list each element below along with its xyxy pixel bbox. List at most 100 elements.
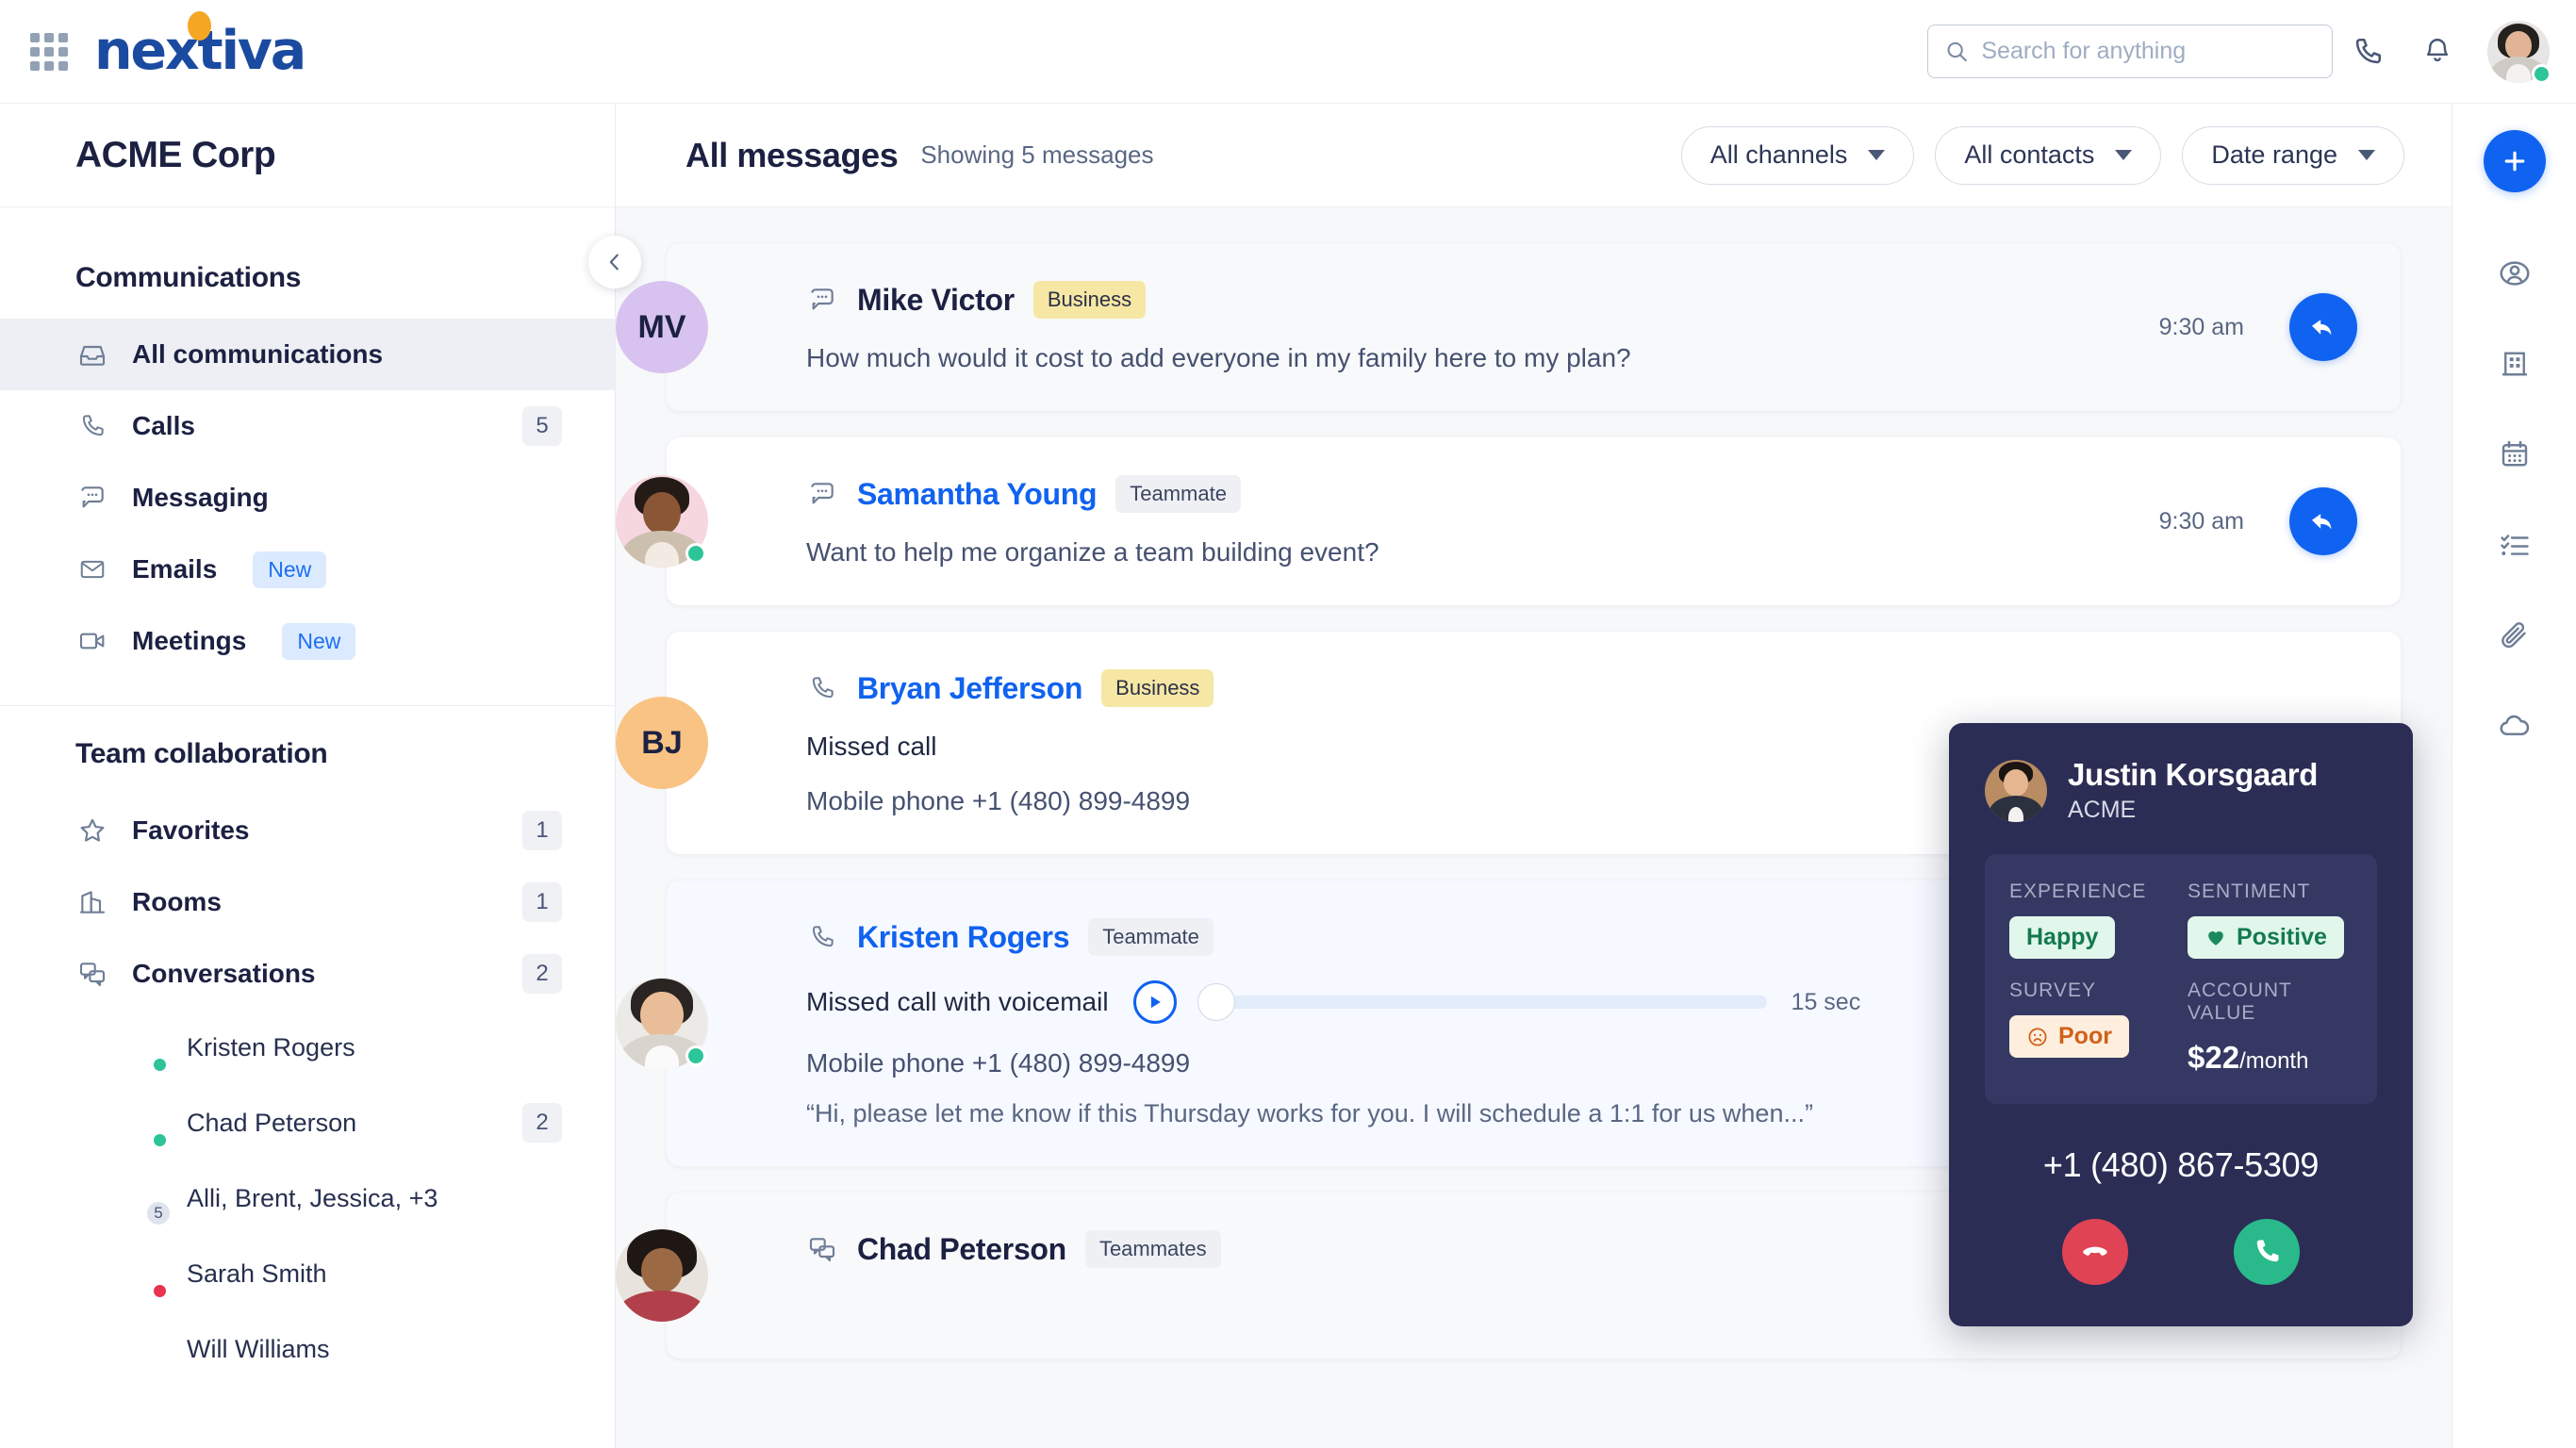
- message-actions: 9:30 am: [2159, 487, 2357, 555]
- experience-chip: Happy: [2009, 916, 2116, 959]
- paperclip-icon[interactable]: [2471, 590, 2558, 681]
- calendar-icon[interactable]: [2471, 409, 2558, 500]
- star-icon: [75, 814, 109, 847]
- avatar: [616, 475, 708, 568]
- inbox-icon: [75, 337, 109, 371]
- section-title-communications: Communications: [75, 262, 302, 293]
- filter-all-contacts[interactable]: All contacts: [1935, 125, 2162, 185]
- sender-name[interactable]: Bryan Jefferson: [857, 671, 1082, 706]
- sidebar-item-label: Emails: [132, 554, 218, 584]
- conversation-item-group[interactable]: 5 Alli, Brent, Jessica, +3: [0, 1160, 615, 1236]
- phone-icon: [75, 409, 109, 443]
- accept-call-button[interactable]: [2234, 1219, 2300, 1285]
- sidebar-item-messaging[interactable]: Messaging: [0, 462, 615, 534]
- contact-popup-card[interactable]: Justin Korsgaard ACME EXPERIENCE Happy S…: [1949, 723, 2413, 1326]
- play-button[interactable]: [1132, 980, 1177, 1024]
- sender-name[interactable]: Chad Peterson: [857, 1232, 1066, 1267]
- section-title-team-collaboration: Team collaboration: [75, 738, 328, 769]
- conversation-item-chad-peterson[interactable]: Chad Peterson 2: [0, 1085, 615, 1160]
- conversation-item-sarah-smith[interactable]: Sarah Smith: [0, 1236, 615, 1311]
- sender-name[interactable]: Samantha Young: [857, 477, 1098, 512]
- message-body: Want to help me organize a team building…: [806, 537, 1379, 567]
- user-avatar[interactable]: [2487, 20, 2551, 84]
- page-title: All messages: [685, 135, 899, 174]
- sidebar-new-badge-emails: New: [253, 551, 327, 588]
- status-badge: Teammate: [1115, 475, 1241, 513]
- voicemail-progress-track[interactable]: [1197, 983, 1767, 1021]
- sidebar-item-label: Conversations: [132, 959, 316, 988]
- filter-all-channels[interactable]: All channels: [1680, 125, 1915, 185]
- chip-label: Poor: [2058, 1023, 2112, 1049]
- add-button[interactable]: [2483, 130, 2546, 192]
- message-card[interactable]: Samantha Young Teammate Want to help me …: [616, 437, 2401, 605]
- conversation-item-kristen-rogers[interactable]: Kristen Rogers: [0, 1010, 615, 1085]
- sidebar-item-conversations[interactable]: Conversations 2: [0, 938, 615, 1010]
- contact-avatar: [1985, 759, 2047, 822]
- sidebar-item-all-communications[interactable]: All communications: [0, 319, 615, 390]
- search-box[interactable]: [1927, 25, 2333, 78]
- chevron-down-icon: [2358, 150, 2375, 160]
- filter-date-range[interactable]: Date range: [2182, 125, 2404, 185]
- apps-grid-icon[interactable]: [28, 31, 70, 73]
- contact-person-icon[interactable]: [2471, 228, 2558, 319]
- sidebar-item-meetings[interactable]: Meetings New: [0, 605, 615, 677]
- sidebar-item-calls[interactable]: Calls 5: [0, 390, 615, 462]
- conversation-item-will-williams[interactable]: Will Williams: [0, 1311, 615, 1387]
- status-badge: Business: [1032, 281, 1147, 319]
- results-count: Showing 5 messages: [920, 140, 1154, 169]
- reply-button[interactable]: [2289, 487, 2357, 555]
- top-bar: nextiva: [0, 0, 2576, 104]
- conversation-name: Kristen Rogers: [187, 1032, 355, 1061]
- sender-name[interactable]: Kristen Rogers: [857, 920, 1070, 955]
- conversation-name: Will Williams: [187, 1334, 330, 1363]
- conversations-icon: [75, 957, 109, 991]
- phone-button[interactable]: [2333, 24, 2403, 80]
- stat-label: SURVEY: [2009, 979, 2096, 1001]
- message-body: How much would it cost to add everyone i…: [806, 343, 1631, 372]
- stat-sentiment: SENTIMENT Positive: [2188, 880, 2353, 959]
- frown-icon: [2028, 1027, 2047, 1046]
- search-input[interactable]: [1981, 38, 2315, 65]
- contact-identity: Justin Korsgaard ACME: [2068, 757, 2318, 824]
- chat-bubble-icon: [806, 478, 838, 510]
- sidebar-badge-rooms: 1: [522, 882, 562, 922]
- contact-name: Justin Korsgaard: [2068, 757, 2318, 792]
- sidebar-item-label: Meetings: [132, 626, 247, 655]
- reply-icon: [2311, 320, 2332, 336]
- stat-label: ACCOUNT VALUE: [2188, 979, 2292, 1024]
- checklist-icon[interactable]: [2471, 500, 2558, 590]
- sidebar-item-emails[interactable]: Emails New: [0, 534, 615, 605]
- decline-call-button[interactable]: [2062, 1219, 2128, 1285]
- notifications-button[interactable]: [2403, 24, 2472, 80]
- avatar-initials: BJ: [616, 697, 708, 789]
- voicemail-progress-knob[interactable]: [1197, 983, 1235, 1021]
- logo-dot: [188, 11, 211, 41]
- building-icon[interactable]: [2471, 319, 2558, 409]
- sidebar-item-label: Calls: [132, 411, 195, 440]
- sidebar-collapse-button[interactable]: [588, 236, 641, 288]
- survey-chip: Poor: [2009, 1015, 2129, 1058]
- timestamp: 9:30 am: [2158, 507, 2244, 535]
- sidebar: ACME Corp Communications All communicati…: [0, 104, 641, 1448]
- chevron-down-icon: [1868, 150, 1886, 160]
- sidebar-item-favorites[interactable]: Favorites 1: [0, 795, 615, 866]
- presence-indicator: [2532, 63, 2551, 84]
- nextiva-logo[interactable]: nextiva: [94, 11, 306, 78]
- sender-name[interactable]: Mike Victor: [857, 283, 1015, 318]
- bell-icon: [2426, 38, 2449, 61]
- message-card[interactable]: MV Mike Victor Business How much would i…: [616, 243, 2401, 411]
- cloud-icon[interactable]: [2471, 681, 2558, 771]
- filter-label: Date range: [2211, 140, 2337, 169]
- org-name: ACME Corp: [75, 134, 276, 175]
- avatar-image: [616, 1229, 708, 1322]
- phone-icon: [806, 921, 838, 953]
- reply-button[interactable]: [2289, 293, 2357, 361]
- sidebar-item-label: Favorites: [132, 815, 250, 845]
- chip-label: Positive: [2237, 924, 2327, 950]
- conversations-icon: [806, 1233, 838, 1265]
- sidebar-item-rooms[interactable]: Rooms 1: [0, 866, 615, 938]
- status-badge: Teammate: [1088, 918, 1214, 956]
- envelope-icon: [75, 552, 109, 586]
- message-actions: 9:30 am: [2159, 293, 2357, 361]
- contact-org: ACME: [2068, 797, 2137, 823]
